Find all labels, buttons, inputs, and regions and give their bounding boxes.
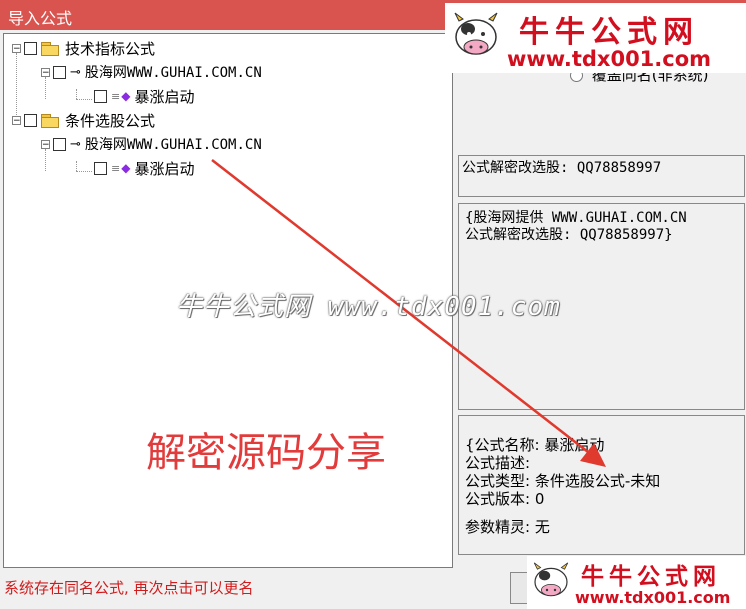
- formula-info-box: {公式名称: 暴涨启动 公式描述: 公式类型: 条件选股公式-未知 公式版本: …: [458, 415, 745, 555]
- formula-icon: ≡◆: [111, 89, 131, 103]
- info-type-value: 条件选股公式-未知: [534, 472, 661, 490]
- qq-line: 公式解密改选股: QQ78858997: [462, 160, 662, 176]
- author-label: 股海网WWW.GUHAI.COM.CN: [84, 65, 262, 81]
- info-type-label: 公式类型:: [465, 472, 531, 490]
- cow-mascot-icon: [533, 562, 569, 597]
- share-caption: 解密源码分享: [146, 430, 386, 476]
- collapse-icon[interactable]: −: [12, 115, 21, 125]
- info-version-value: 0: [534, 490, 545, 508]
- group-label: 技术指标公式: [65, 39, 156, 58]
- collapse-icon[interactable]: −: [12, 43, 21, 53]
- info-param-label: 参数精灵:: [465, 518, 531, 536]
- node-checkbox[interactable]: [53, 65, 66, 79]
- tree-connector: [76, 99, 92, 100]
- info-type-row: 公式类型: 条件选股公式-未知: [465, 472, 740, 490]
- node-checkbox[interactable]: [53, 137, 66, 151]
- group-label: 条件选股公式: [65, 111, 156, 130]
- cow-mascot-icon: [454, 12, 498, 55]
- node-checkbox[interactable]: [24, 41, 37, 55]
- info-name-label: {公式名称:: [465, 436, 540, 454]
- key-icon: ⊸: [70, 64, 81, 80]
- tree-node-author[interactable]: − ⊸ 股海网WWW.GUHAI.COM.CN: [41, 133, 262, 155]
- tree-connector: [76, 171, 92, 172]
- status-message: 系统存在同名公式, 再次点击可以更名: [4, 579, 254, 597]
- node-checkbox[interactable]: [24, 113, 37, 127]
- logo-url: www.tdx001.com: [507, 47, 712, 71]
- qq-info-box: 公式解密改选股: QQ78858997: [458, 155, 745, 197]
- description-line: 公式解密改选股: QQ78858997}: [465, 227, 673, 243]
- info-version-row: 公式版本: 0: [465, 490, 740, 508]
- description-line: {股海网提供 WWW.GUHAI.COM.CN: [465, 210, 687, 226]
- logo-url: www.tdx001.com: [575, 588, 731, 607]
- tree-node-formula[interactable]: ≡◆ 暴涨启动: [94, 157, 194, 179]
- info-param-value: 无: [534, 518, 550, 536]
- site-logo-bottom: 牛牛公式网 www.tdx001.com: [527, 556, 746, 609]
- author-label: 股海网WWW.GUHAI.COM.CN: [84, 137, 262, 153]
- key-icon: ⊸: [70, 136, 81, 152]
- tree-node-group[interactable]: − 条件选股公式: [12, 109, 155, 131]
- tree-node-formula[interactable]: ≡◆ 暴涨启动: [94, 85, 194, 107]
- tree-node-author[interactable]: − ⊸ 股海网WWW.GUHAI.COM.CN: [41, 61, 262, 83]
- collapse-icon[interactable]: −: [41, 139, 50, 149]
- info-name-row: {公式名称: 暴涨启动: [465, 436, 740, 454]
- watermark-text: 牛牛公式网 www.tdx001.com: [176, 292, 561, 322]
- tree-node-group[interactable]: − 技术指标公式: [12, 37, 155, 59]
- node-checkbox[interactable]: [94, 89, 107, 103]
- info-version-label: 公式版本:: [465, 490, 531, 508]
- site-logo-top: 牛牛公式网 www.tdx001.com: [445, 3, 746, 73]
- logo-cn: 牛牛公式网: [581, 563, 721, 590]
- tree-connector: [76, 161, 77, 171]
- node-checkbox[interactable]: [94, 161, 107, 175]
- folder-icon: [41, 113, 59, 128]
- formula-label: 暴涨启动: [134, 159, 195, 178]
- formula-icon: ≡◆: [111, 161, 131, 175]
- collapse-icon[interactable]: −: [41, 67, 50, 77]
- info-desc-label: 公式描述:: [465, 454, 531, 472]
- window-title: 导入公式: [8, 9, 73, 28]
- tree-connector: [76, 89, 77, 99]
- info-param-row: 参数精灵: 无: [465, 518, 740, 536]
- logo-cn: 牛牛公式网: [519, 15, 699, 50]
- folder-icon: [41, 41, 59, 56]
- info-name-value: 暴涨启动: [544, 436, 605, 454]
- formula-label: 暴涨启动: [134, 87, 195, 106]
- info-desc-row: 公式描述:: [465, 454, 740, 472]
